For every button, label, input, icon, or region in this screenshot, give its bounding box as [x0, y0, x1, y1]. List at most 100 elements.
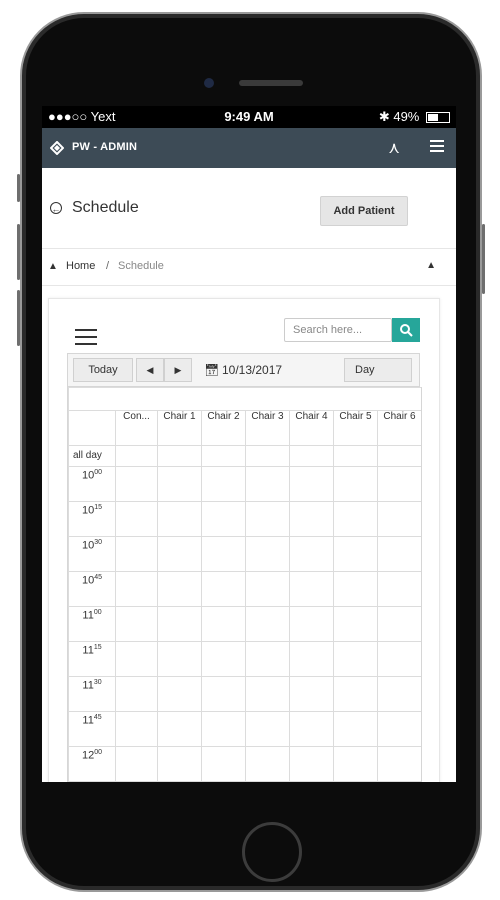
current-date[interactable]: 10/13/2017	[222, 363, 282, 377]
calendar-icon[interactable]: 📅︎	[204, 363, 219, 377]
time-slot-row: 1000	[68, 466, 421, 502]
time-slot-cell[interactable]	[115, 501, 158, 537]
time-slot-cell[interactable]	[333, 781, 378, 782]
time-slot-cell[interactable]	[115, 711, 158, 747]
time-slot-cell[interactable]	[115, 571, 158, 607]
time-slot-cell[interactable]	[201, 501, 246, 537]
time-slot-cell[interactable]	[201, 746, 246, 782]
time-slot-cell[interactable]	[115, 536, 158, 572]
time-slot-cell[interactable]	[245, 781, 290, 782]
time-slot-cell[interactable]	[245, 746, 290, 782]
time-slot-cell[interactable]	[201, 781, 246, 782]
search-button[interactable]	[392, 318, 420, 342]
time-slot-cell[interactable]	[377, 781, 421, 782]
time-slot-cell[interactable]	[245, 606, 290, 642]
time-slot-cell[interactable]	[115, 781, 158, 782]
time-slot-cell[interactable]	[289, 641, 334, 677]
time-slot-cell[interactable]	[333, 501, 378, 537]
time-slot-cell[interactable]	[201, 606, 246, 642]
breadcrumb-home[interactable]: Home	[66, 260, 95, 272]
next-day-button[interactable]: ▶	[164, 358, 192, 382]
all-day-cell[interactable]	[245, 445, 290, 467]
time-slot-cell[interactable]	[333, 711, 378, 747]
all-day-cell[interactable]	[333, 445, 378, 467]
time-slot-cell[interactable]	[245, 711, 290, 747]
today-button[interactable]: Today	[73, 358, 133, 382]
time-slot-cell[interactable]	[201, 466, 246, 502]
time-slot-cell[interactable]	[377, 466, 421, 502]
time-slot-cell[interactable]	[157, 781, 202, 782]
home-button[interactable]	[242, 822, 302, 882]
time-slot-cell[interactable]	[157, 501, 202, 537]
time-slot-cell[interactable]	[333, 571, 378, 607]
time-slot-cell[interactable]	[289, 676, 334, 712]
time-slot-cell[interactable]	[377, 501, 421, 537]
time-slot-cell[interactable]	[289, 711, 334, 747]
time-slot-cell[interactable]	[333, 606, 378, 642]
time-slot-cell[interactable]	[245, 466, 290, 502]
time-slot-cell[interactable]	[377, 571, 421, 607]
prev-day-button[interactable]: ◀	[136, 358, 164, 382]
time-hour: 10	[81, 469, 95, 482]
time-slot-cell[interactable]	[157, 746, 202, 782]
time-slot-cell[interactable]	[289, 746, 334, 782]
time-slot-cell[interactable]	[157, 466, 202, 502]
time-slot-cell[interactable]	[115, 466, 158, 502]
time-slot-cell[interactable]	[377, 746, 421, 782]
time-slot-cell[interactable]	[289, 501, 334, 537]
time-slot-cell[interactable]	[333, 536, 378, 572]
time-slot-cell[interactable]	[377, 606, 421, 642]
time-slot-cell[interactable]	[157, 571, 202, 607]
time-slot-cell[interactable]	[289, 571, 334, 607]
time-slot-cell[interactable]	[245, 676, 290, 712]
time-slot-cell[interactable]	[245, 501, 290, 537]
time-slot-cell[interactable]	[377, 676, 421, 712]
time-slot-cell[interactable]	[289, 606, 334, 642]
time-slot-cell[interactable]	[115, 746, 158, 782]
all-day-cell[interactable]	[377, 445, 421, 467]
time-slot-cell[interactable]	[333, 466, 378, 502]
search-input[interactable]: Search here...	[284, 318, 392, 342]
time-slot-cell[interactable]	[333, 641, 378, 677]
back-arrow-icon[interactable]: ←	[50, 202, 62, 214]
time-slot-cell[interactable]	[245, 571, 290, 607]
time-slot-cell[interactable]	[201, 676, 246, 712]
time-slot-cell[interactable]	[333, 676, 378, 712]
menu-icon[interactable]	[430, 140, 444, 152]
calendar-grid: Con... Chair 1 Chair 2 Chair 3 Chair 4 Chair …	[67, 387, 422, 782]
time-slot-cell[interactable]	[157, 606, 202, 642]
time-slot-cell[interactable]	[289, 466, 334, 502]
time-slot-cell[interactable]	[377, 711, 421, 747]
time-minute: 00	[94, 469, 103, 476]
all-day-cell[interactable]	[201, 445, 246, 467]
user-profile-icon[interactable]: ⋏	[388, 138, 400, 158]
time-slot-cell[interactable]	[115, 676, 158, 712]
sort-arrows-icon[interactable]: ▲︎	[426, 260, 436, 271]
time-slot-cell[interactable]	[333, 746, 378, 782]
time-slot-cell[interactable]	[201, 711, 246, 747]
time-slot-cell[interactable]	[157, 676, 202, 712]
time-slot-cell[interactable]	[201, 536, 246, 572]
time-slot-cell[interactable]	[201, 571, 246, 607]
time-slot-cell[interactable]	[115, 606, 158, 642]
all-day-cell[interactable]	[289, 445, 334, 467]
time-hour: 11	[82, 714, 94, 727]
time-slot-cell[interactable]	[157, 711, 202, 747]
hamburger-menu-icon[interactable]	[75, 329, 97, 345]
breadcrumb: ▲ Home / Schedule ▲︎	[42, 249, 456, 286]
time-slot-cell[interactable]	[157, 536, 202, 572]
time-slot-cell[interactable]	[245, 641, 290, 677]
time-slot-cell[interactable]	[157, 641, 202, 677]
all-day-cell[interactable]	[115, 445, 158, 467]
time-slot-cell[interactable]	[377, 641, 421, 677]
time-slot-cell[interactable]	[377, 536, 421, 572]
add-patient-button[interactable]: Add Patient	[320, 196, 408, 226]
column-header-row: Con... Chair 1 Chair 2 Chair 3 Chair 4 Chair …	[68, 410, 421, 446]
time-slot-cell[interactable]	[289, 536, 334, 572]
time-slot-cell[interactable]	[245, 536, 290, 572]
view-select[interactable]: Day	[344, 358, 412, 382]
time-slot-cell[interactable]	[115, 641, 158, 677]
time-slot-cell[interactable]	[289, 781, 334, 782]
all-day-cell[interactable]	[157, 445, 202, 467]
time-slot-cell[interactable]	[201, 641, 246, 677]
